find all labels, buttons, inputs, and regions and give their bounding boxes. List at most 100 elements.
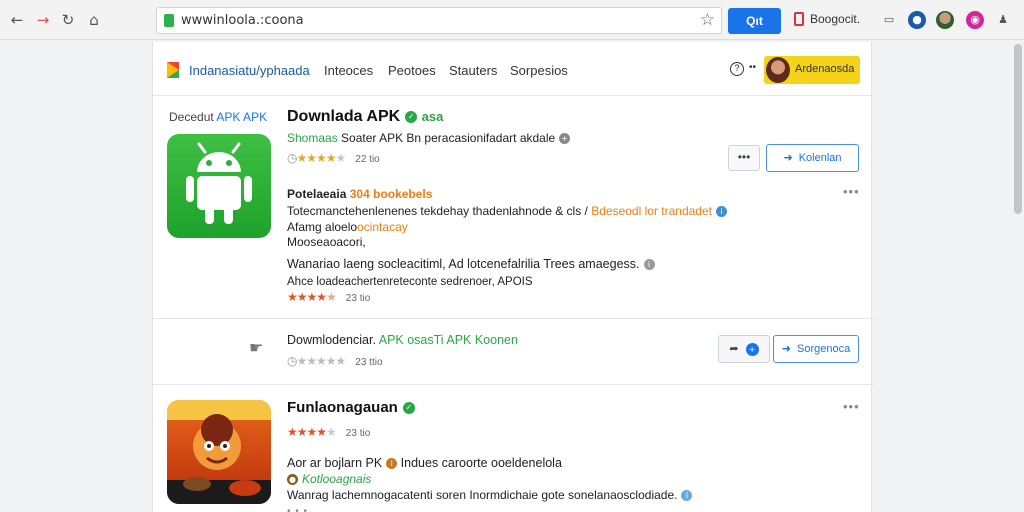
nav-link-4[interactable]: Sorpesios <box>510 63 568 78</box>
more-options-label: ••• <box>737 150 751 164</box>
search-button-label: Qıt <box>746 14 763 28</box>
share-twitter-button[interactable]: ➜ Sorgenoca <box>773 335 859 363</box>
info-icon-4: i <box>681 490 693 502</box>
extension-icon[interactable]: ◉ <box>966 11 984 29</box>
share-icon: ➦ <box>729 343 739 355</box>
verified-check-icon-2: ✓ <box>402 402 415 415</box>
download-line: Dowmlodenciar. APK osasTi APK Koonen <box>287 333 518 347</box>
section-label: Decedut APK APK <box>169 110 267 124</box>
user-button[interactable]: Ardenaosda <box>764 56 860 84</box>
help-icon[interactable]: ? <box>730 62 744 76</box>
logo-icon <box>167 62 179 78</box>
app-desc-line-1-orange: Bdeseodl lor trandadet <box>591 204 712 218</box>
extension-label[interactable]: Boogocit. <box>810 12 860 26</box>
app-desc-heading: Potelaeaia 304 bookebels <box>287 187 432 201</box>
divider-2 <box>153 384 873 385</box>
game-line-1: Aor ar bojlarn PK i Indues caroorte ooeld… <box>287 456 562 470</box>
app-desc-line-2: Afamg aloeloocintacay <box>287 220 408 234</box>
address-bar[interactable]: wwwinloola.:coona ☆ <box>156 7 722 34</box>
nav-link-3[interactable]: Stauters <box>449 63 497 78</box>
account-icon[interactable]: ♟ <box>994 11 1012 29</box>
site-header: Indanasiatu/yphaada Inteoces Peotoes Sta… <box>153 42 873 96</box>
app-title-text: Downlada APK <box>287 108 401 125</box>
share-badge-icon: + <box>745 342 759 356</box>
more-options-button[interactable]: ••• <box>728 145 760 171</box>
app-desc-line-2-orange: ocintacay <box>357 220 408 234</box>
app-desc-line-2-text: Afamg aloelo <box>287 220 358 234</box>
verified-check-icon: ✓ <box>405 110 418 123</box>
back-icon[interactable]: ← <box>8 11 26 29</box>
shield-icon[interactable]: ● <box>908 11 926 29</box>
lock-icon <box>164 14 174 27</box>
scrollbar[interactable] <box>1014 44 1022 214</box>
search-button[interactable]: Qıt <box>728 8 781 34</box>
share-button[interactable]: ➦ + <box>718 335 770 363</box>
page-content: Indanasiatu/yphaada Inteoces Peotoes Sta… <box>152 42 873 512</box>
rating-clock-icon-2: ◷ <box>287 354 298 368</box>
download-line-green[interactable]: APK osasTi APK Koonen <box>379 333 518 347</box>
divider <box>153 318 873 319</box>
share-twitter-label: Sorgenoca <box>797 343 851 355</box>
kebab-menu-icon[interactable]: ••• <box>843 184 860 199</box>
info-icon: + <box>559 133 571 145</box>
game-title[interactable]: Funlaonagauan ✓ <box>287 399 415 416</box>
app-subtitle: Shomaas Soater APK Bn peracasionifadart … <box>287 131 571 145</box>
game-info-icon: i <box>386 458 398 470</box>
url-text: wwwinloola.:coona <box>181 13 304 28</box>
app-rating-2-count: 23 tio <box>345 293 371 304</box>
game-line-2: ● Kotlooagnais <box>287 472 371 486</box>
app-desc-link[interactable]: Mooseaoacori, <box>287 235 366 249</box>
follow-button[interactable]: ➜ Kolenlan <box>766 144 859 172</box>
nav-link-1[interactable]: Inteoces <box>324 63 373 78</box>
bookmark-star-icon[interactable]: ☆ <box>700 10 715 30</box>
app-title-tag: asa <box>421 109 444 124</box>
profile-avatar-icon[interactable] <box>936 11 954 29</box>
app-title[interactable]: Downlada APK ✓ asa <box>287 108 443 126</box>
app-note: Wanariao laeng socleacitiml, Ad lotcenef… <box>287 257 655 271</box>
app-subtitle-green: Shomaas <box>287 131 338 145</box>
site-brand[interactable]: Indanasiatu/yphaada <box>189 63 310 78</box>
game-badge-icon: ● <box>287 474 298 486</box>
app-desc-heading-orange: 304 bookebels <box>349 187 433 201</box>
game-line-2-green[interactable]: Kotlooagnais <box>302 472 371 486</box>
app-desc-heading-text: Potelaeaia <box>287 187 347 201</box>
info-icon-2: i <box>715 206 727 218</box>
bookmark-icon[interactable] <box>794 12 804 26</box>
section-label-suffix: APK APK <box>216 110 268 124</box>
app-note-text: Wanariao laeng socleacitiml, Ad lotcenef… <box>287 257 640 271</box>
rating-clock-icon: ◷ <box>287 151 298 165</box>
game-title-text: Funlaonagauan <box>287 399 398 416</box>
app2-rating-count: 23 ttio <box>355 357 383 368</box>
app-subtitle-text: Soater APK Bn peracasionifadart akdale <box>341 131 556 145</box>
android-robot-icon <box>186 142 252 224</box>
info-icon-3: i <box>643 259 655 271</box>
app-desc-line-1-text: Totecmanctehenlenenes tekdehay thadenlah… <box>287 204 588 218</box>
android-app-icon[interactable] <box>167 134 271 238</box>
game-mascot-icon <box>167 400 271 504</box>
app-desc-line-1: Totecmanctehenlenenes tekdehay thadenlah… <box>287 204 727 218</box>
twitter-icon-2: ➜ <box>781 342 791 355</box>
game-line-3-text: Wanrag lachemnogacatenti soren Inormdich… <box>287 488 678 502</box>
app-note-link[interactable]: Ahce loadeachertenreteconte sedrenoer, A… <box>287 276 533 288</box>
avatar <box>766 57 790 83</box>
app2-rating: ◷★★★★★ 23 ttio <box>287 354 383 368</box>
twitter-icon: ➜ <box>783 151 793 164</box>
game-line-1-text: Aor ar bojlarn PK <box>287 456 383 470</box>
menu-dots-icon[interactable]: •• <box>749 62 756 73</box>
forward-icon[interactable]: → <box>34 11 52 29</box>
app-rating: ◷★★★★★ 22 tio <box>287 151 380 165</box>
game-app-icon[interactable] <box>167 400 271 504</box>
game-line-1-rest: Indues caroorte ooeldenelola <box>400 456 562 470</box>
kebab-menu-icon-2[interactable]: ••• <box>843 399 860 414</box>
more-dots-icon[interactable]: • • • <box>287 506 308 512</box>
reload-icon[interactable]: ↻ <box>59 11 77 29</box>
home-icon[interactable]: ⌂ <box>85 11 103 29</box>
nav-link-2[interactable]: Peotoes <box>388 63 436 78</box>
app-rating-2: ★★★★★ 23 tio <box>287 290 371 304</box>
download-line-text: Dowmlodenciar. <box>287 333 376 347</box>
user-name: Ardenaosda <box>795 63 855 75</box>
app-rating-count: 22 tio <box>355 154 380 165</box>
cast-icon[interactable]: ▭ <box>880 11 898 29</box>
game-line-3: Wanrag lachemnogacatenti soren Inormdich… <box>287 488 693 502</box>
thumbs-up-icon[interactable]: ☛ <box>249 338 263 357</box>
